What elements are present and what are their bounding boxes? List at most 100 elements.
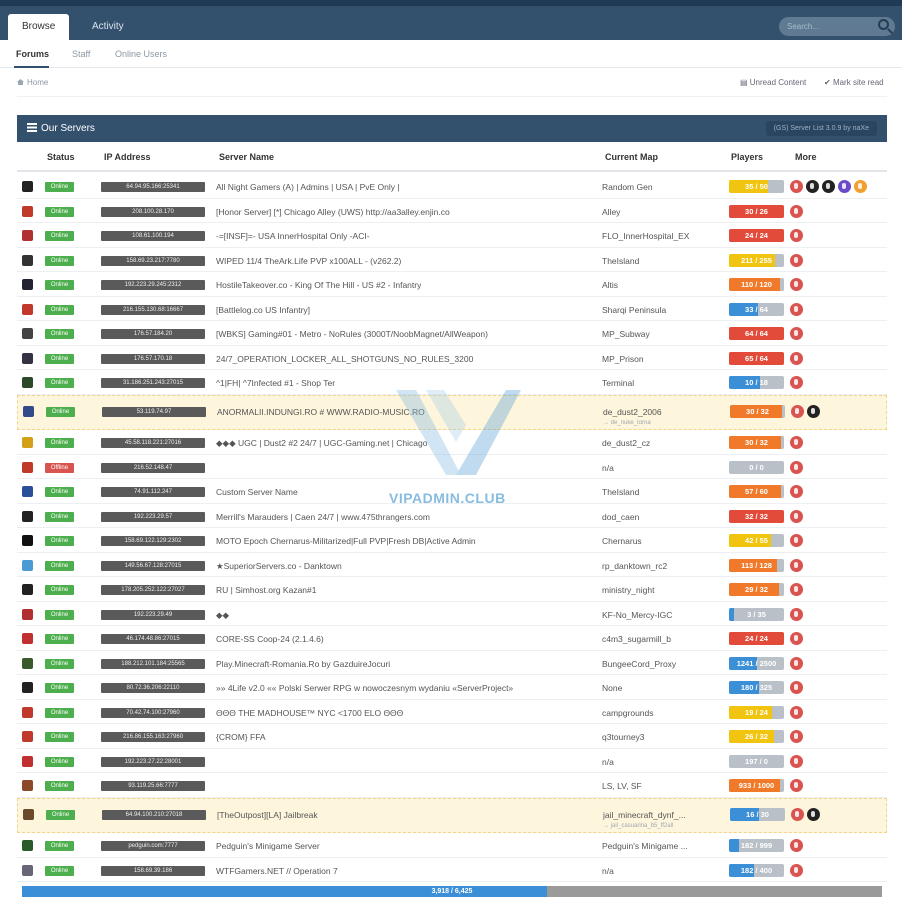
server-row[interactable]: Online pedguin.com:7777 Pedguin's Minigame…: [17, 833, 887, 858]
subtab-forums[interactable]: Forums: [16, 49, 49, 59]
ip-address[interactable]: 93.119.25.66:7777: [101, 781, 205, 791]
steam-icon[interactable]: [790, 485, 803, 498]
google-icon[interactable]: [807, 808, 820, 821]
ip-address[interactable]: 158.69.23.217:7780: [101, 256, 205, 266]
ip-address[interactable]: 45.58.118.221:27016: [101, 438, 205, 448]
steam-icon[interactable]: [790, 205, 803, 218]
server-name[interactable]: »» 4Life v2.0 «« Polski Serwer RPG w now…: [216, 683, 513, 693]
steam-icon[interactable]: [790, 583, 803, 596]
steam-icon[interactable]: [790, 534, 803, 547]
ip-address[interactable]: 192.223.29.57: [101, 512, 205, 522]
subtab-online-users[interactable]: Online Users: [115, 49, 167, 59]
server-name[interactable]: HostileTakeover.co - King Of The Hill - …: [216, 280, 421, 290]
server-name[interactable]: -=[INSF]=- USA InnerHospital Only -ACI-: [216, 231, 370, 241]
server-name[interactable]: WIPED 11/4 TheArk.Life PVP x100ALL - (v2…: [216, 256, 401, 266]
steam-icon[interactable]: [790, 864, 803, 877]
ip-address[interactable]: 74.91.112.247: [101, 487, 205, 497]
cart-icon[interactable]: [854, 180, 867, 193]
server-name[interactable]: [Battlelog.co US Infantry]: [216, 305, 310, 315]
server-row[interactable]: Online 64.94.100.210:27018 [TheOutpost][LA…: [17, 798, 887, 833]
unread-content-link[interactable]: ▤ Unread Content: [740, 78, 806, 87]
server-name[interactable]: [TheOutpost][LA] Jailbreak: [217, 810, 318, 820]
ip-address[interactable]: 108.61.100.194: [101, 231, 205, 241]
tab-activity[interactable]: Activity: [78, 14, 138, 40]
server-row[interactable]: Online 176.57.170.18 24/7_OPERATION_LOCKER…: [17, 346, 887, 370]
ip-address[interactable]: 80.72.36.206:22110: [101, 683, 205, 693]
server-row[interactable]: Online 192.223.29.245:2312 HostileTakeover…: [17, 272, 887, 297]
steam-icon[interactable]: [790, 779, 803, 792]
server-row[interactable]: Online 158.69.39.186 WTFGamers.NET // Oper…: [17, 858, 887, 882]
server-row[interactable]: Online 80.72.36.206:22110 »» 4Life v2.0 ««…: [17, 675, 887, 700]
steam-icon[interactable]: [790, 352, 803, 365]
ip-address[interactable]: pedguin.com:7777: [101, 841, 205, 851]
server-name[interactable]: {CROM} FFA: [216, 732, 266, 742]
server-row[interactable]: Online 216.155.130.68:16667 [Battlelog.co …: [17, 297, 887, 321]
steam-icon[interactable]: [790, 632, 803, 645]
server-name[interactable]: ^1|FH| ^7Infected #1 - Shop Ter: [216, 378, 335, 388]
ip-address[interactable]: 208.100.28.170: [101, 207, 205, 217]
server-name[interactable]: MOTO Epoch Chernarus-Militarized|Full PV…: [216, 536, 476, 546]
steam-icon[interactable]: [791, 808, 804, 821]
steam-icon[interactable]: [790, 681, 803, 694]
server-name[interactable]: RU | Simhost.org Kazan#1: [216, 585, 316, 595]
server-row[interactable]: Online 178.205.252.122:27027 RU | Simhost.…: [17, 577, 887, 602]
ip-address[interactable]: 176.57.170.18: [101, 354, 205, 364]
breadcrumb[interactable]: Home: [17, 78, 48, 87]
stats-icon[interactable]: [838, 180, 851, 193]
steam-icon[interactable]: [790, 608, 803, 621]
server-row[interactable]: Online 192.223.27.22:28001 n/a 197 / 0: [17, 749, 887, 773]
server-name[interactable]: 24/7_OPERATION_LOCKER_ALL_SHOTGUNS_NO_RU…: [216, 354, 473, 364]
steam-icon[interactable]: [790, 229, 803, 242]
server-name[interactable]: ΘΘΘ THE MADHOUSE™ NYC <1700 ELO ΘΘΘ: [216, 708, 403, 718]
server-row[interactable]: Online 192.223.29.57 Merrill's Marauders |…: [17, 504, 887, 528]
ip-address[interactable]: 216.155.130.68:16667: [101, 305, 205, 315]
ip-address[interactable]: 53.119.74.97: [102, 407, 206, 417]
steam-icon[interactable]: [790, 559, 803, 572]
server-row[interactable]: Online 149.56.67.128:27015 ★SuperiorServer…: [17, 553, 887, 577]
server-row[interactable]: Online 158.69.23.217:7780 WIPED 11/4 TheAr…: [17, 248, 887, 272]
steam-icon[interactable]: [790, 461, 803, 474]
ip-address[interactable]: 70.42.74.100:27960: [101, 708, 205, 718]
ip-address[interactable]: 216.52.148.47: [101, 463, 205, 473]
ip-address[interactable]: 64.94.100.210:27018: [102, 810, 206, 820]
steam-icon[interactable]: [790, 706, 803, 719]
google-icon[interactable]: [807, 405, 820, 418]
steam-icon[interactable]: [791, 405, 804, 418]
server-row[interactable]: Online 70.42.74.100:27960 ΘΘΘ THE MADHOUSE…: [17, 700, 887, 724]
ip-address[interactable]: 46.174.48.86:27015: [101, 634, 205, 644]
server-row[interactable]: Online 188.212.101.184:25565 Play.Minecraf…: [17, 651, 887, 675]
steam-icon[interactable]: [790, 303, 803, 316]
server-name[interactable]: ◆◆: [216, 610, 229, 621]
ip-address[interactable]: 216.86.155.163:27960: [101, 732, 205, 742]
ip-address[interactable]: 31.186.251.243:27015: [101, 378, 205, 388]
server-row[interactable]: Online 158.69.122.129:2302 MOTO Epoch Cher…: [17, 528, 887, 553]
server-row[interactable]: Online 64.94.95.166:25341 All Night Gamers…: [17, 174, 887, 199]
ip-address[interactable]: 192.223.27.22:28001: [101, 757, 205, 767]
search-input[interactable]: Search...: [779, 17, 895, 36]
ip-address[interactable]: 188.212.101.184:25565: [101, 659, 205, 669]
steam-icon[interactable]: [790, 755, 803, 768]
server-name[interactable]: WTFGamers.NET // Operation 7: [216, 866, 338, 876]
ip-address[interactable]: 176.57.184.20: [101, 329, 205, 339]
steam-icon[interactable]: [790, 730, 803, 743]
steam-icon[interactable]: [790, 839, 803, 852]
server-name[interactable]: [Honor Server] [*] Chicago Alley (UWS) h…: [216, 207, 450, 217]
server-name[interactable]: Merrill's Marauders | Caen 24/7 | www.47…: [216, 512, 430, 522]
ip-address[interactable]: 158.69.122.129:2302: [101, 536, 205, 546]
server-row[interactable]: Online 192.223.29.49 ◆◆ KF-No_Mercy-IGC 3 / …: [17, 602, 887, 626]
steam-icon[interactable]: [790, 180, 803, 193]
steam-icon[interactable]: [790, 278, 803, 291]
mark-site-read-link[interactable]: ✔ Mark site read: [824, 78, 884, 87]
google-icon[interactable]: [806, 180, 819, 193]
subtab-staff[interactable]: Staff: [72, 49, 90, 59]
server-name[interactable]: [WBKS] Gaming#01 - Metro - NoRules (3000…: [216, 329, 488, 339]
search-icon[interactable]: [878, 19, 889, 30]
steam-icon[interactable]: [790, 436, 803, 449]
steam-icon[interactable]: [790, 376, 803, 389]
ip-address[interactable]: 178.205.252.122:27027: [101, 585, 205, 595]
server-row[interactable]: Online 216.86.155.163:27960 {CROM} FFA q3to…: [17, 724, 887, 749]
server-name[interactable]: Play.Minecraft-Romania.Ro by GazduireJoc…: [216, 659, 390, 669]
server-row[interactable]: Online 176.57.184.20 [WBKS] Gaming#01 - Me…: [17, 321, 887, 346]
ip-address[interactable]: 158.69.39.186: [101, 866, 205, 876]
server-name[interactable]: All Night Gamers (A) | Admins | USA | Pv…: [216, 182, 400, 192]
